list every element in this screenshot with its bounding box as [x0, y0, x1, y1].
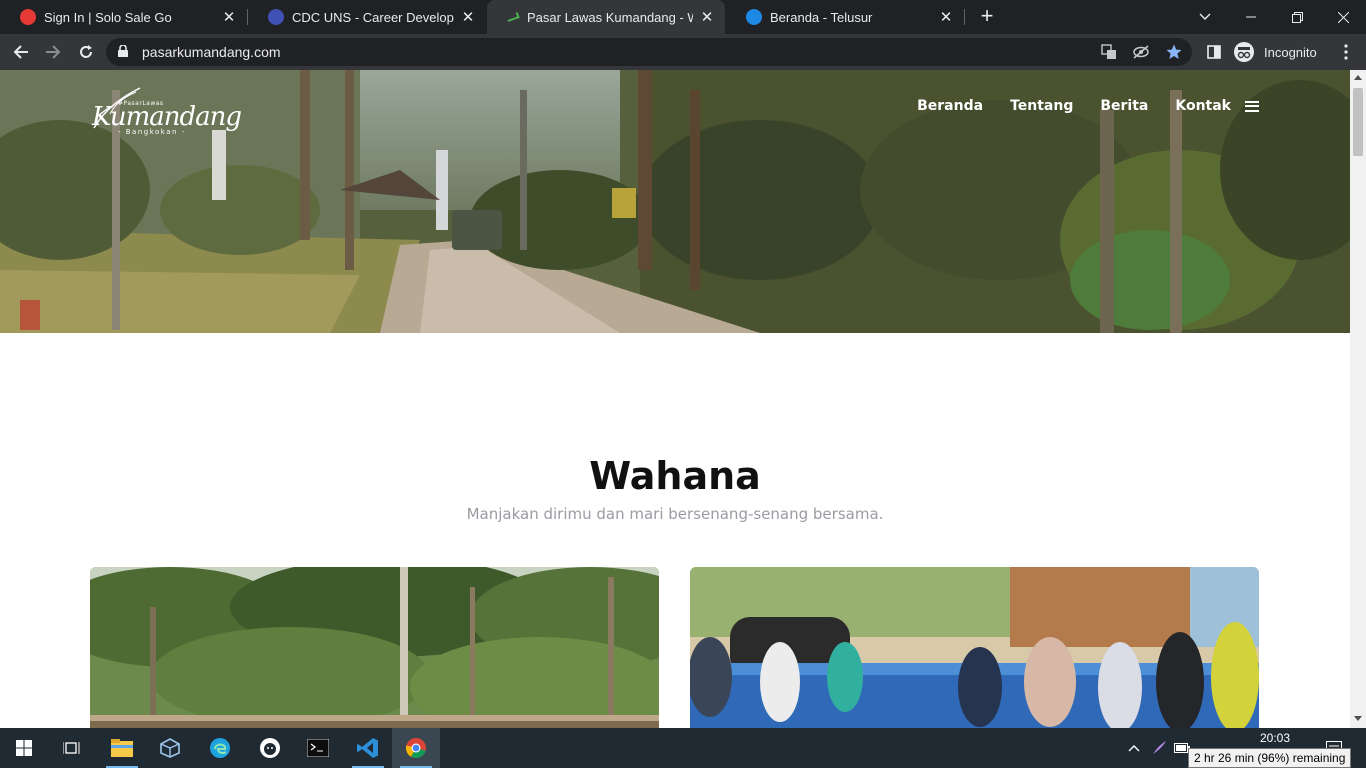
tab-pasar-lawas-kumandang[interactable]: Pasar Lawas Kumandang - Wisata ✕ [487, 0, 725, 34]
chevron-down-icon [1199, 13, 1211, 20]
edge-browser-icon [210, 738, 230, 758]
cdc-uns-favicon-icon [268, 9, 284, 25]
attraction-card-garden[interactable] [90, 567, 659, 728]
translate-button[interactable] [1100, 43, 1118, 61]
scrollbar-thumb[interactable] [1353, 88, 1363, 156]
main-navigation: Beranda Tentang Berita Kontak [890, 98, 1259, 114]
hero-banner: #PasarLawas Kumandang - Bangkokan - Bera… [0, 70, 1350, 333]
close-window-button[interactable] [1320, 0, 1366, 34]
tab-strip: Sign In | Solo Sale Go ✕ CDC UNS - Caree… [0, 0, 1366, 34]
reload-icon [80, 45, 92, 58]
task-view-button[interactable] [48, 728, 96, 768]
address-bar[interactable]: pasarkumandang.com [106, 38, 1192, 66]
web-page: #PasarLawas Kumandang - Bangkokan - Bera… [0, 70, 1350, 728]
close-icon [1337, 11, 1349, 23]
task-view-icon [63, 742, 80, 754]
new-tab-button[interactable]: + [976, 5, 998, 27]
restore-button[interactable] [1274, 0, 1320, 34]
close-icon[interactable]: ✕ [699, 8, 715, 26]
back-button[interactable] [9, 40, 33, 64]
tray-app-button[interactable] [1148, 728, 1170, 768]
feather-tray-icon [1153, 741, 1166, 754]
browser-toolbar: pasarkumandang.com Incognito [0, 34, 1366, 70]
nav-link-beranda[interactable]: Beranda [917, 98, 983, 114]
scroll-down-arrow-icon[interactable] [1354, 716, 1362, 721]
minimize-icon [1246, 16, 1256, 18]
tracking-protection-button[interactable] [1132, 43, 1150, 61]
tab-cdc-uns[interactable]: CDC UNS - Career Development ✕ [248, 0, 486, 34]
nav-link-berita[interactable]: Berita [1100, 98, 1148, 114]
battery-tooltip: 2 hr 26 min (96%) remaining [1188, 748, 1352, 768]
logo-tagline: - Bangkokan - [118, 128, 186, 136]
kumandang-favicon-icon [506, 12, 520, 22]
virtualbox-button[interactable] [146, 728, 194, 768]
minimize-button[interactable] [1228, 0, 1274, 34]
forward-button[interactable] [41, 40, 65, 64]
reload-button[interactable] [74, 40, 98, 64]
page-scrollbar[interactable] [1350, 70, 1366, 728]
browser-menu-button[interactable] [1334, 40, 1358, 64]
vscode-button[interactable] [344, 728, 392, 768]
file-explorer-button[interactable] [98, 728, 146, 768]
bookmark-star-button[interactable] [1165, 43, 1183, 61]
telusur-favicon-icon [746, 9, 762, 25]
tab-search-button[interactable] [1182, 0, 1228, 34]
system-clock[interactable]: 20:03 [1252, 731, 1298, 745]
incognito-icon [1234, 42, 1254, 62]
star-icon [1166, 44, 1182, 59]
arrow-right-icon [46, 45, 61, 59]
tab-solo-sale-go[interactable]: Sign In | Solo Sale Go ✕ [0, 0, 247, 34]
tab-title: Pasar Lawas Kumandang - Wisata [527, 9, 693, 25]
tab-separator [964, 9, 965, 25]
eye-off-icon [1133, 45, 1149, 59]
translate-icon [1101, 44, 1116, 59]
chevron-up-icon [1128, 745, 1140, 752]
chrome-button[interactable] [392, 728, 440, 768]
url-text: pasarkumandang.com [142, 44, 281, 60]
nav-link-kontak[interactable]: Kontak [1175, 98, 1231, 114]
windows-logo-icon [16, 740, 32, 756]
section-subtitle: Manjakan dirimu dan mari bersenang-senan… [466, 505, 884, 523]
close-icon[interactable]: ✕ [460, 8, 476, 26]
scroll-up-arrow-icon[interactable] [1354, 75, 1362, 80]
section-title: Wahana [589, 454, 761, 498]
vscode-icon [357, 738, 378, 758]
virtualbox-cube-icon [160, 738, 180, 758]
side-panel-icon [1207, 45, 1221, 59]
kebab-menu-icon [1344, 44, 1348, 60]
solo-sale-go-favicon-icon [20, 9, 36, 25]
restore-icon [1291, 11, 1303, 23]
github-icon [260, 738, 280, 758]
start-button[interactable] [0, 728, 48, 768]
incognito-label: Incognito [1264, 44, 1317, 60]
github-desktop-button[interactable] [246, 728, 294, 768]
close-icon[interactable]: ✕ [938, 8, 954, 26]
tab-beranda-telusur[interactable]: Beranda - Telusur ✕ [726, 0, 964, 34]
terminal-button[interactable] [294, 728, 342, 768]
folder-icon [111, 739, 133, 757]
windows-taskbar: 20:03 [0, 728, 1366, 768]
tab-title: CDC UNS - Career Development [292, 9, 454, 25]
show-hidden-icons-button[interactable] [1122, 728, 1146, 768]
lock-icon [118, 45, 128, 57]
close-icon[interactable]: ✕ [221, 8, 237, 26]
tab-title: Beranda - Telusur [770, 9, 873, 25]
garden-photo [90, 567, 659, 728]
attraction-card-playground[interactable] [690, 567, 1259, 728]
incognito-profile-button[interactable]: Incognito [1234, 38, 1317, 66]
chrome-icon [405, 738, 426, 759]
hamburger-menu-icon[interactable] [1245, 100, 1259, 112]
edge-button[interactable] [196, 728, 244, 768]
site-logo[interactable]: #PasarLawas Kumandang - Bangkokan - [88, 84, 242, 144]
tab-title: Sign In | Solo Sale Go [44, 9, 172, 25]
playground-photo [690, 567, 1259, 728]
arrow-left-icon [13, 45, 28, 59]
terminal-icon [307, 739, 329, 757]
nav-link-tentang[interactable]: Tentang [1010, 98, 1073, 114]
side-panel-button[interactable] [1202, 40, 1226, 64]
